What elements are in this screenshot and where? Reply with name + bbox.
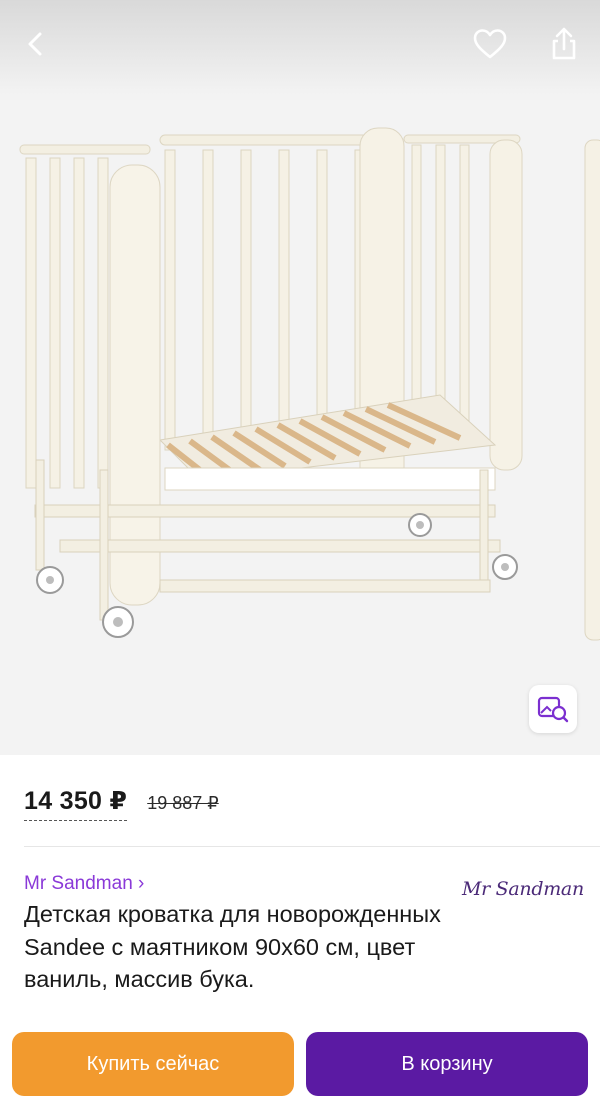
product-title: Детская кроватка для новорожденных Sande… [24, 901, 441, 992]
product-image[interactable] [0, 110, 600, 670]
share-button[interactable] [540, 20, 588, 68]
current-price[interactable]: 14 350 ₽ [24, 786, 128, 821]
divider [24, 846, 600, 847]
chevron-left-icon [28, 32, 42, 56]
price-block: 14 350 ₽ 19 887 ₽ [24, 786, 219, 822]
share-icon [552, 27, 576, 60]
action-bar: Купить сейчас В корзину [0, 1020, 600, 1107]
buy-now-button[interactable]: Купить сейчас [12, 1032, 294, 1096]
add-to-cart-button[interactable]: В корзину [306, 1032, 588, 1096]
product-gallery[interactable] [0, 0, 600, 755]
old-price: 19 887 ₽ [147, 793, 219, 813]
heart-icon [473, 29, 507, 59]
favorite-button[interactable] [466, 20, 514, 68]
back-button[interactable] [12, 20, 60, 68]
seller-logo[interactable]: Mr Sandman [462, 878, 584, 900]
seller-link[interactable]: Mr Sandman › [24, 873, 144, 895]
visual-search-button[interactable] [529, 685, 577, 733]
visual-search-icon [537, 696, 569, 723]
